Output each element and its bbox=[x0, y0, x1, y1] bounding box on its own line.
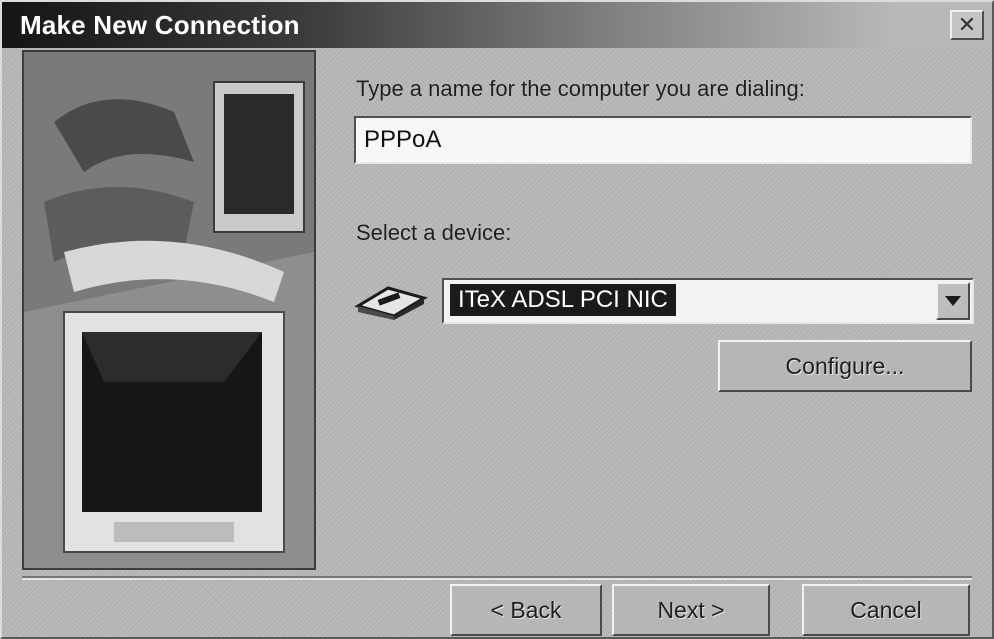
button-separator bbox=[22, 576, 972, 580]
chevron-down-icon bbox=[945, 296, 961, 306]
computer-name-label: Type a name for the computer you are dia… bbox=[356, 76, 805, 101]
make-new-connection-dialog: Make New Connection ✕ Type a name for th… bbox=[0, 0, 994, 639]
computer-illustration bbox=[22, 50, 316, 570]
computer-name-input[interactable] bbox=[354, 116, 972, 164]
next-button[interactable]: Next > bbox=[612, 584, 770, 636]
device-label: Select a device: bbox=[356, 220, 512, 245]
device-select[interactable]: ITeX ADSL PCI NIC bbox=[442, 278, 974, 324]
close-icon: ✕ bbox=[957, 12, 977, 37]
configure-button[interactable]: Configure... bbox=[718, 340, 972, 392]
window-title: Make New Connection bbox=[20, 10, 300, 40]
computer-image bbox=[24, 52, 314, 568]
device-selected-value: ITeX ADSL PCI NIC bbox=[450, 284, 676, 316]
modem-icon bbox=[354, 286, 428, 320]
title-bar[interactable]: Make New Connection ✕ bbox=[2, 2, 992, 48]
close-button[interactable]: ✕ bbox=[950, 10, 984, 40]
back-button[interactable]: < Back bbox=[450, 584, 602, 636]
device-dropdown-button[interactable] bbox=[936, 282, 970, 320]
cancel-button[interactable]: Cancel bbox=[802, 584, 970, 636]
